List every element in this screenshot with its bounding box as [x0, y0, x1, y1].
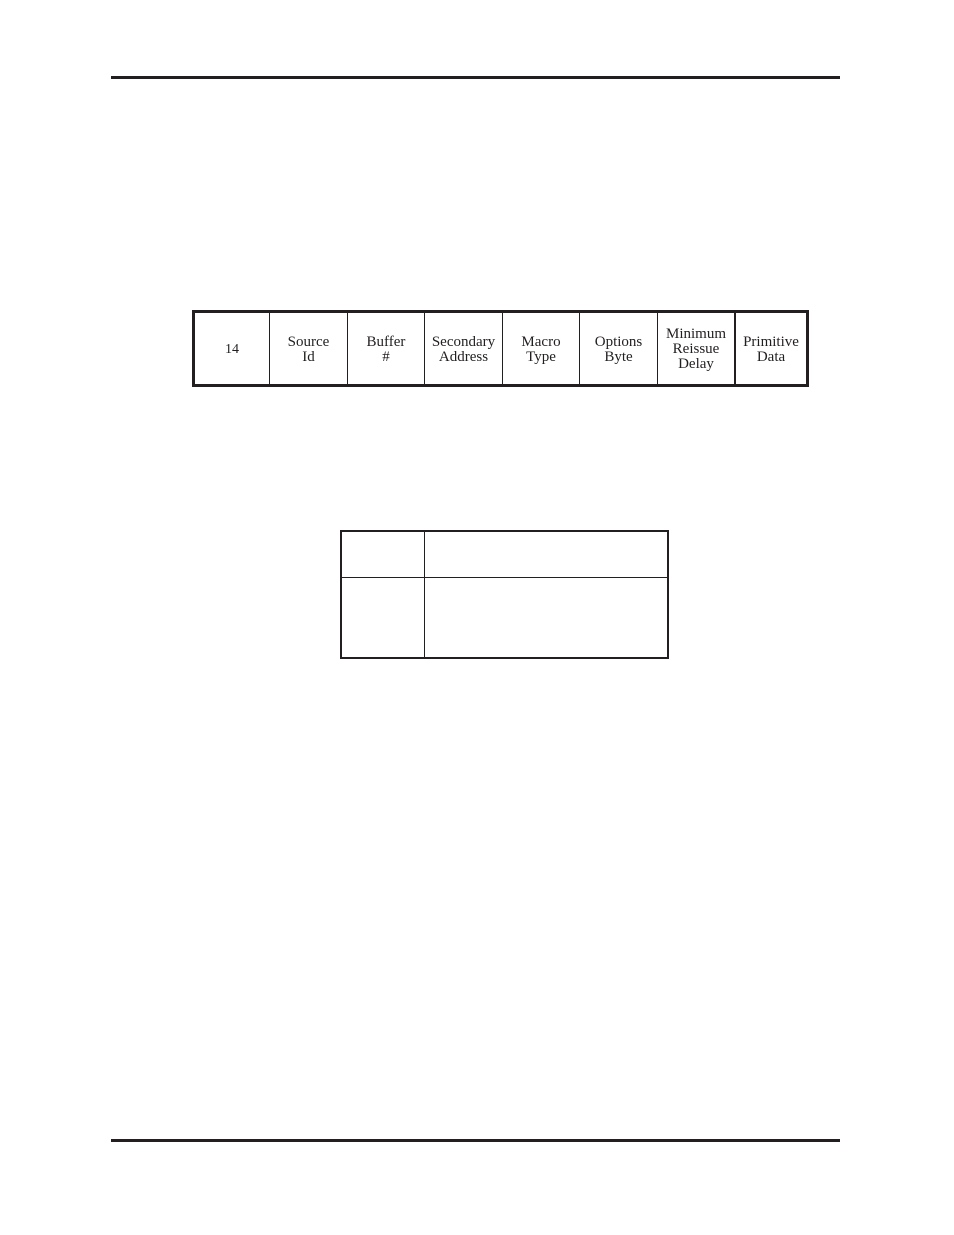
packet-field-primitive-data: Primitive Data: [743, 333, 799, 365]
packet-field-macro-type: Macro Type: [503, 313, 580, 384]
packet-field-minimum-reissue-delay: Minimum Reissue Delay: [658, 313, 736, 384]
table-cell: [425, 578, 667, 657]
table-row: [342, 532, 667, 578]
table-cell: [425, 532, 667, 577]
footer-rule: [111, 1139, 840, 1142]
packet-field-source-id: Source Id: [270, 313, 348, 384]
packet-field-options-byte: Options Byte: [580, 313, 658, 384]
packet-field-command-code: 14: [195, 313, 270, 384]
table-row: [342, 578, 667, 657]
table-cell: [342, 578, 425, 657]
header-rule: [111, 76, 840, 79]
table-cell: [342, 532, 425, 577]
packet-field-secondary-address: Secondary Address: [425, 313, 503, 384]
packet-field-buffer-number: Buffer #: [348, 313, 425, 384]
packet-format-table: 14 Source Id Buffer # Secondary Address …: [192, 310, 809, 387]
empty-two-column-table: [340, 530, 669, 659]
